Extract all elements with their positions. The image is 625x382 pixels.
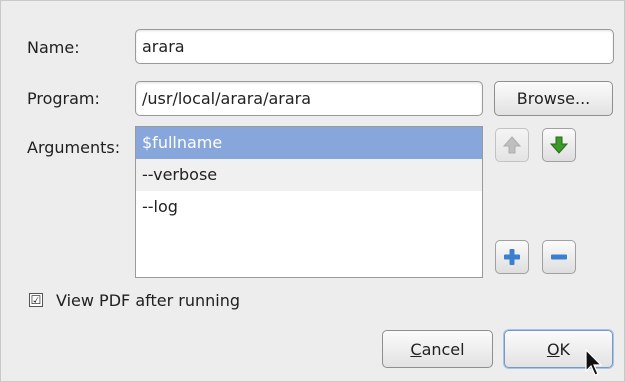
remove-argument-button[interactable] [542,240,576,274]
mouse-cursor-icon [585,349,603,376]
list-item-label: --verbose [142,165,218,184]
tool-config-dialog: Name: arara Program: /usr/local/arara/ar… [0,0,625,382]
program-input-value: /usr/local/arara/arara [142,89,312,108]
ok-mnemonic: O [546,339,560,359]
name-input-value: arara [142,37,185,56]
list-item-label: --log [142,197,178,216]
arrow-down-icon [549,136,569,154]
list-item[interactable]: --log [136,191,482,223]
cancel-mnemonic: C [410,339,422,359]
list-item[interactable]: $fullname [136,127,482,159]
checkmark-icon: ☑ [30,293,42,307]
minus-icon [551,254,567,260]
browse-button[interactable]: Browse... [494,81,613,116]
browse-button-label: Browse... [516,89,591,108]
plus-icon [504,249,520,265]
program-label: Program: [27,89,100,108]
program-input[interactable]: /usr/local/arara/arara [135,81,483,116]
move-down-button[interactable] [542,128,576,162]
arguments-list[interactable]: $fullname --verbose --log [135,126,483,278]
name-label: Name: [27,38,80,57]
move-up-button[interactable] [495,128,529,162]
list-item[interactable]: --verbose [136,159,482,191]
list-item-label: $fullname [142,133,223,152]
ok-label: K [559,339,571,359]
cancel-label: ancel [421,339,465,359]
cancel-button[interactable]: Cancel [382,330,493,368]
arrow-up-icon [502,136,522,154]
name-input[interactable]: arara [135,29,614,64]
arguments-label: Arguments: [27,138,121,157]
view-pdf-label[interactable]: View PDF after running [56,291,240,310]
view-pdf-checkbox[interactable]: ☑ [29,293,43,307]
add-argument-button[interactable] [495,240,529,274]
